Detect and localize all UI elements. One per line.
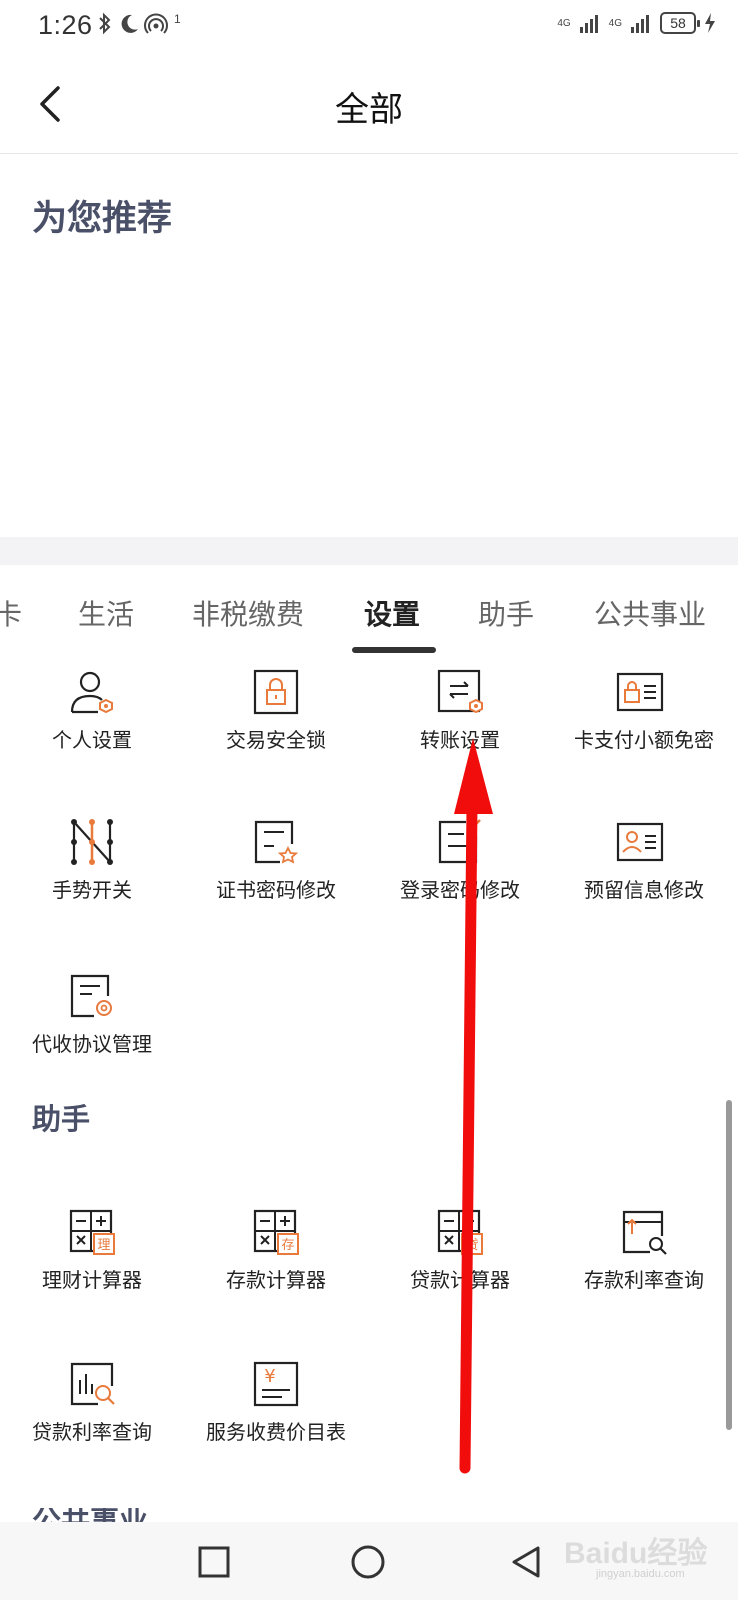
battery-icon: 58 <box>660 12 700 34</box>
rate-search-icon <box>622 1210 667 1255</box>
tab-life[interactable]: 生活 <box>78 593 134 633</box>
assistant-section-title: 助手 <box>32 1104 91 1136</box>
certificate-password-item[interactable]: 证书密码修改 <box>184 818 368 928</box>
category-tabs: 卡 生活 非税缴费 设置 助手 公共事业 <box>0 565 738 655</box>
baidu-watermark: Baidu经验 <box>564 1537 708 1570</box>
card-lock-icon <box>616 672 664 712</box>
scrollbar[interactable] <box>726 1100 732 1430</box>
section-divider <box>0 537 738 565</box>
tab-card[interactable]: 卡 <box>0 593 22 633</box>
calculator-icon: 贷 <box>437 1209 483 1255</box>
transfer-settings-label: 转账设置 <box>420 730 500 752</box>
fee-schedule-label: 服务收费价目表 <box>206 1422 346 1444</box>
status-left-icons: 1 <box>96 12 181 36</box>
public-utilities-section-title: 公共事业 <box>32 1508 148 1522</box>
status-right: 4G 4G 58 <box>557 12 716 34</box>
calculator-icon: 存 <box>253 1209 299 1255</box>
fee-schedule-item[interactable]: ¥ 服务收费价目表 <box>184 1360 368 1470</box>
hotspot-icon <box>144 13 168 34</box>
bluetooth-icon <box>99 12 111 35</box>
tab-settings[interactable]: 设置 <box>364 593 420 633</box>
reserved-info-item[interactable]: 预留信息修改 <box>552 818 736 928</box>
tab-public-utilities[interactable]: 公共事业 <box>594 593 706 633</box>
deposit-calculator-item[interactable]: 存 存款计算器 <box>184 1208 368 1318</box>
loan-rate-query-label: 贷款利率查询 <box>32 1422 152 1444</box>
baidu-watermark-url: jingyan.baidu.com <box>596 1568 685 1580</box>
signal-icon <box>579 15 598 33</box>
signal-icon <box>631 15 649 33</box>
lock-icon <box>253 669 299 715</box>
agreement-gear-icon <box>70 974 112 1018</box>
reserved-info-label: 预留信息修改 <box>584 880 704 902</box>
page-title: 全部 <box>335 91 403 129</box>
transfer-settings-item[interactable]: 转账设置 <box>368 668 552 778</box>
collection-agreement-label: 代收协议管理 <box>32 1034 152 1056</box>
tab-nontax-payment[interactable]: 非税缴费 <box>192 593 304 633</box>
transaction-lock-label: 交易安全锁 <box>226 730 326 752</box>
circle-icon <box>351 1545 385 1579</box>
loan-calculator-label: 贷款计算器 <box>410 1270 510 1292</box>
card-small-payment-item[interactable]: 卡支付小额免密 <box>552 668 736 778</box>
personal-settings-label: 个人设置 <box>52 730 132 752</box>
transfer-gear-icon <box>437 669 483 714</box>
signal-label-1: 4G <box>557 17 571 29</box>
home-button[interactable] <box>350 1544 386 1580</box>
hotspot-count: 1 <box>174 12 181 26</box>
finance-calculator-label: 理财计算器 <box>42 1270 142 1292</box>
back-nav-button[interactable] <box>508 1544 544 1580</box>
recent-apps-button[interactable] <box>196 1544 232 1580</box>
person-gear-icon <box>70 671 113 714</box>
status-time: 1:26 <box>38 10 93 40</box>
square-icon <box>198 1546 230 1578</box>
loan-calculator-item[interactable]: 贷 贷款计算器 <box>368 1208 552 1318</box>
calculator-icon: 理 <box>69 1209 115 1255</box>
gesture-switch-label: 手势开关 <box>52 880 132 902</box>
certificate-icon <box>254 820 299 864</box>
personal-settings-item[interactable]: 个人设置 <box>0 668 184 778</box>
charging-icon <box>705 13 715 33</box>
header: 全部 <box>0 56 738 154</box>
certificate-password-label: 证书密码修改 <box>216 880 336 902</box>
moon-icon <box>121 14 138 33</box>
calculator-badge: 存 <box>281 1238 294 1253</box>
calculator-badge: 理 <box>97 1238 110 1253</box>
signal-label-2: 4G <box>608 17 622 29</box>
yuan-list-icon: ¥ <box>253 1361 299 1407</box>
chart-search-icon <box>70 1362 115 1406</box>
login-password-label: 登录密码修改 <box>400 880 520 902</box>
gesture-switch-item[interactable]: 手势开关 <box>0 818 184 928</box>
recommend-title: 为您推荐 <box>32 199 173 238</box>
triangle-back-icon <box>512 1546 540 1578</box>
finance-calculator-item[interactable]: 理 理财计算器 <box>0 1208 184 1318</box>
deposit-calculator-label: 存款计算器 <box>226 1270 326 1292</box>
id-card-icon <box>616 822 664 862</box>
deposit-rate-query-item[interactable]: 存款利率查询 <box>552 1208 736 1318</box>
calculator-badge: 贷 <box>465 1238 478 1253</box>
collection-agreement-item[interactable]: 代收协议管理 <box>0 972 184 1082</box>
tab-assistant[interactable]: 助手 <box>478 593 534 633</box>
login-edit-icon <box>438 819 481 864</box>
status-bar: 1:26 1 4G 4G 58 <box>0 0 738 56</box>
yuan-symbol: ¥ <box>264 1366 275 1387</box>
active-tab-indicator <box>352 647 436 653</box>
login-password-item[interactable]: 登录密码修改 <box>368 818 552 928</box>
deposit-rate-query-label: 存款利率查询 <box>584 1270 704 1292</box>
gesture-icon <box>71 819 113 865</box>
loan-rate-query-item[interactable]: 贷款利率查询 <box>0 1360 184 1470</box>
transaction-lock-item[interactable]: 交易安全锁 <box>184 668 368 778</box>
card-small-payment-label: 卡支付小额免密 <box>574 730 714 752</box>
